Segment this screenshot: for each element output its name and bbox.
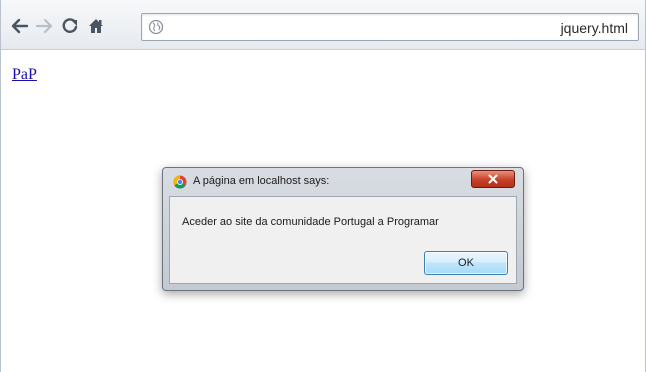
globe-icon [148,19,164,35]
dialog-title: A página em localhost says: [193,175,330,187]
dialog-titlebar[interactable]: A página em localhost says: [163,168,523,196]
arrow-left-icon [11,18,29,34]
arrow-right-icon [35,18,53,34]
browser-toolbar: jquery.html [1,0,645,50]
home-button[interactable] [85,14,107,38]
dialog-body: Aceder ao site da comunidade Portugal a … [169,196,517,284]
close-icon [488,174,498,184]
address-url: jquery.html [560,20,628,36]
back-button[interactable] [9,14,31,38]
reload-icon [62,18,78,33]
reload-button[interactable] [59,14,81,38]
pap-link[interactable]: PaP [12,66,37,84]
forward-button[interactable] [33,14,55,38]
dialog-message: Aceder ao site da comunidade Portugal a … [182,216,439,228]
ok-button[interactable]: OK [424,251,508,275]
address-bar[interactable]: jquery.html [141,13,639,41]
dialog-close-button[interactable] [471,170,515,188]
chrome-icon [173,175,187,189]
home-icon [89,19,103,33]
alert-dialog: A página em localhost says: Aceder ao si… [162,167,524,291]
